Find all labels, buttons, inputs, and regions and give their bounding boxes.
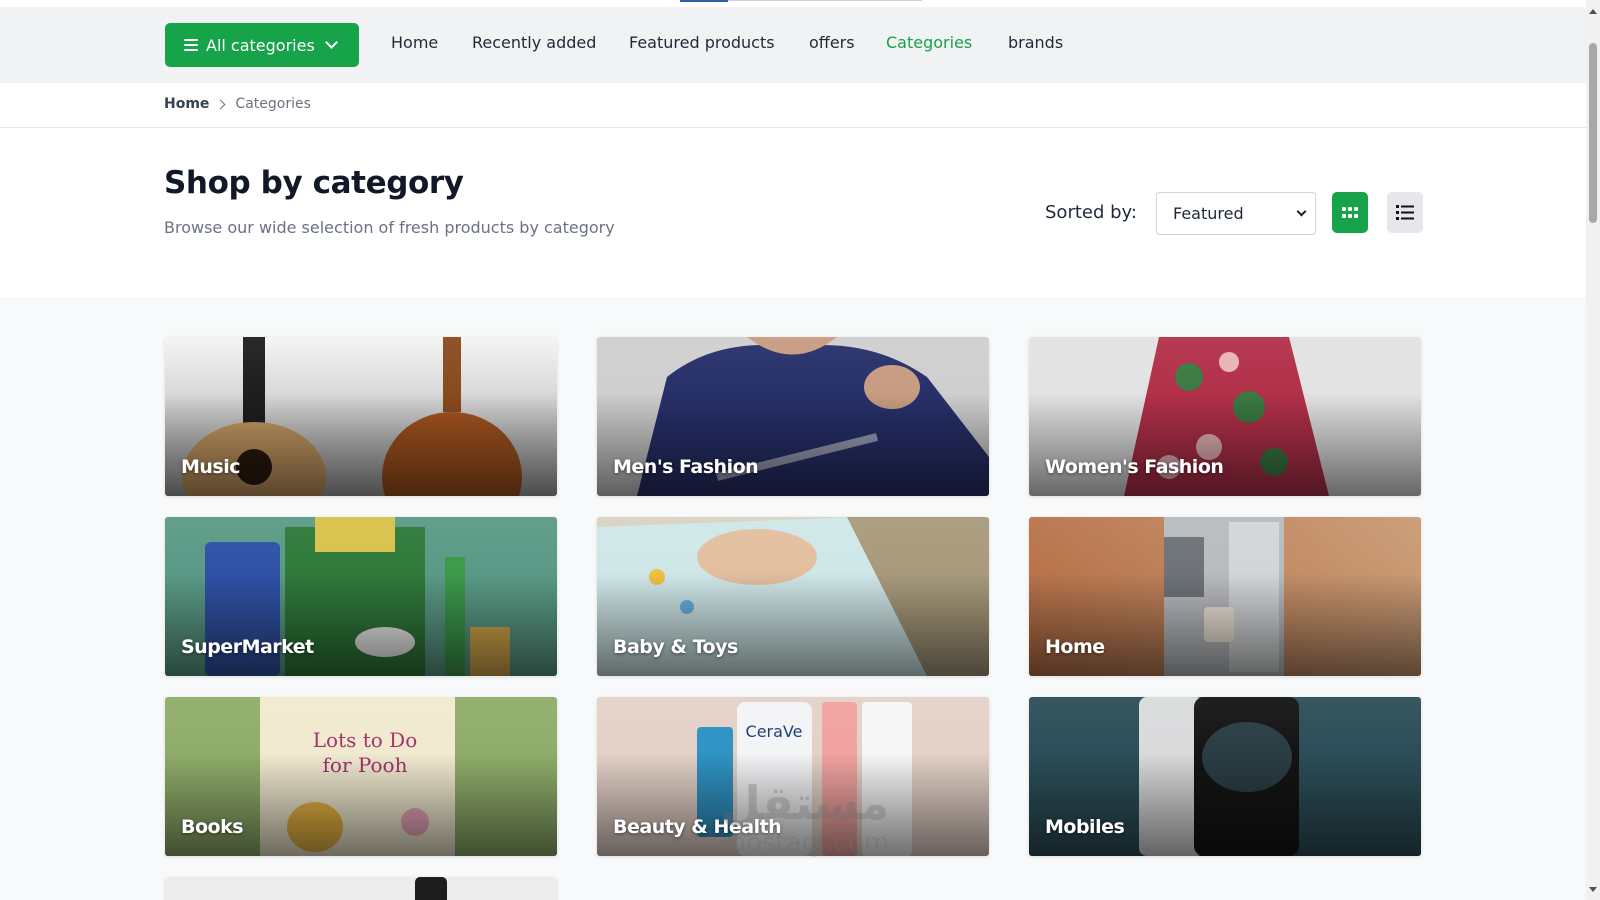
chevron-down-icon bbox=[1296, 206, 1307, 217]
product-image bbox=[165, 877, 557, 900]
category-card-partial[interactable] bbox=[165, 877, 557, 900]
nav-link-categories[interactable]: Categories bbox=[886, 33, 972, 52]
tab-indicator bbox=[680, 0, 728, 2]
category-label: Mobiles bbox=[1045, 816, 1125, 838]
sort-select[interactable]: Featured bbox=[1156, 192, 1316, 235]
category-card-books[interactable]: Lots to Do for Pooh Books bbox=[165, 697, 557, 856]
scroll-up-icon[interactable] bbox=[1589, 9, 1597, 14]
category-card-womens-fashion[interactable]: Women's Fashion bbox=[1029, 337, 1421, 496]
main-navbar: All categories Home Recently added Featu… bbox=[0, 7, 1586, 83]
category-label: Beauty & Health bbox=[613, 816, 782, 838]
grid-icon bbox=[1342, 206, 1358, 218]
page-subtitle: Browse our wide selection of fresh produ… bbox=[164, 218, 615, 237]
chevron-right-icon bbox=[215, 99, 226, 109]
nav-link-brands[interactable]: brands bbox=[1008, 33, 1063, 52]
header-divider bbox=[0, 127, 1586, 128]
nav-link-home[interactable]: Home bbox=[391, 33, 438, 52]
nav-link-featured-products[interactable]: Featured products bbox=[629, 33, 775, 52]
tab-divider bbox=[728, 0, 922, 1]
category-label: SuperMarket bbox=[181, 636, 314, 658]
category-card-music[interactable]: Music bbox=[165, 337, 557, 496]
chevron-down-icon bbox=[324, 36, 338, 49]
list-icon bbox=[1396, 205, 1414, 220]
category-card-beauty-health[interactable]: CeraVe Beauty & Health bbox=[597, 697, 989, 856]
breadcrumb: Home Categories bbox=[164, 96, 311, 112]
category-card-mobiles[interactable]: Mobiles bbox=[1029, 697, 1421, 856]
category-label: Books bbox=[181, 816, 244, 838]
category-label: Men's Fashion bbox=[613, 456, 759, 478]
category-label: Music bbox=[181, 456, 241, 478]
category-card-mens-fashion[interactable]: Men's Fashion bbox=[597, 337, 989, 496]
sort-label: Sorted by: bbox=[1045, 202, 1137, 223]
category-label: Women's Fashion bbox=[1045, 456, 1224, 478]
all-categories-label: All categories bbox=[206, 35, 315, 55]
category-grid: Music Men's Fashion Women's Fashion Supe… bbox=[0, 297, 1586, 900]
nav-link-recently-added[interactable]: Recently added bbox=[472, 33, 596, 52]
browser-top-strip bbox=[0, 0, 1600, 7]
page-title: Shop by category bbox=[164, 165, 464, 201]
category-label: Baby & Toys bbox=[613, 636, 738, 658]
breadcrumb-home-link[interactable]: Home bbox=[164, 96, 209, 112]
category-card-supermarket[interactable]: SuperMarket bbox=[165, 517, 557, 676]
category-card-home[interactable]: Home bbox=[1029, 517, 1421, 676]
menu-icon bbox=[184, 39, 198, 51]
all-categories-button[interactable]: All categories bbox=[165, 23, 359, 67]
grid-view-button[interactable] bbox=[1332, 192, 1368, 233]
breadcrumb-current: Categories bbox=[235, 96, 311, 112]
scrollbar-thumb[interactable] bbox=[1589, 43, 1597, 223]
category-label: Home bbox=[1045, 636, 1105, 658]
list-view-button[interactable] bbox=[1387, 192, 1423, 233]
scroll-down-icon[interactable] bbox=[1589, 887, 1597, 892]
category-card-baby-toys[interactable]: Baby & Toys bbox=[597, 517, 989, 676]
nav-link-offers[interactable]: offers bbox=[809, 33, 855, 52]
sort-selected-value: Featured bbox=[1173, 204, 1244, 223]
